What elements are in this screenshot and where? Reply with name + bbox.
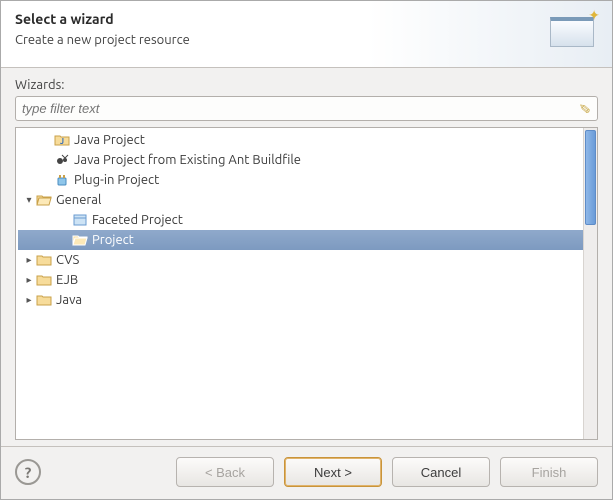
dialog-header: Select a wizard Create a new project res… xyxy=(1,1,612,68)
folder-icon xyxy=(36,252,52,268)
back-button: < Back xyxy=(176,457,274,487)
tree-item-label: Project xyxy=(92,233,134,247)
tree-item-plugin-project[interactable]: Plug-in Project xyxy=(18,170,583,190)
tree-item-label: Java Project from Existing Ant Buildfile xyxy=(74,153,301,167)
expand-arrow-right-icon[interactable]: ▸ xyxy=(22,253,36,267)
filter-row xyxy=(15,96,598,121)
tree-item-label: Plug-in Project xyxy=(74,173,159,187)
dialog-body: Wizards: J Java Project Java Project from … xyxy=(1,68,612,446)
next-button[interactable]: Next > xyxy=(284,457,382,487)
tree-item-label: Java Project xyxy=(74,133,145,147)
expand-arrow-down-icon[interactable]: ▾ xyxy=(22,193,36,207)
tree-item-label: CVS xyxy=(56,253,79,267)
wizard-tree: J Java Project Java Project from Existing … xyxy=(15,127,598,440)
clear-filter-icon[interactable] xyxy=(577,101,593,117)
dialog-footer: ? < Back Next > Cancel Finish xyxy=(1,446,612,499)
vertical-scrollbar[interactable] xyxy=(583,128,597,439)
finish-button: Finish xyxy=(500,457,598,487)
project-icon xyxy=(72,232,88,248)
filter-input[interactable] xyxy=(15,96,598,121)
tree-item-label: Faceted Project xyxy=(92,213,183,227)
ant-icon xyxy=(54,152,70,168)
tree-item-project[interactable]: Project xyxy=(18,230,583,250)
expand-arrow-right-icon[interactable]: ▸ xyxy=(22,273,36,287)
tree-item-java-cat[interactable]: ▸ Java xyxy=(18,290,583,310)
header-text: Select a wizard Create a new project res… xyxy=(15,11,542,47)
java-project-icon: J xyxy=(54,132,70,148)
scrollbar-thumb[interactable] xyxy=(585,130,596,225)
folder-icon xyxy=(36,292,52,308)
new-project-wizard-icon xyxy=(542,11,598,55)
tree-item-cvs[interactable]: ▸ CVS xyxy=(18,250,583,270)
folder-open-icon xyxy=(36,192,52,208)
tree-item-faceted[interactable]: Faceted Project xyxy=(18,210,583,230)
tree-item-java-ant[interactable]: Java Project from Existing Ant Buildfile xyxy=(18,150,583,170)
tree-item-label: General xyxy=(56,193,101,207)
expand-arrow-right-icon[interactable]: ▸ xyxy=(22,293,36,307)
dialog-title: Select a wizard xyxy=(15,11,542,27)
tree-viewport[interactable]: J Java Project Java Project from Existing … xyxy=(16,128,583,439)
cancel-button[interactable]: Cancel xyxy=(392,457,490,487)
tree-item-ejb[interactable]: ▸ EJB xyxy=(18,270,583,290)
tree-item-general[interactable]: ▾ General xyxy=(18,190,583,210)
help-button[interactable]: ? xyxy=(15,459,41,485)
plugin-icon xyxy=(54,172,70,188)
folder-icon xyxy=(36,272,52,288)
svg-text:J: J xyxy=(60,137,64,146)
wizard-dialog: Select a wizard Create a new project res… xyxy=(0,0,613,500)
dialog-subtitle: Create a new project resource xyxy=(15,33,542,47)
facet-icon xyxy=(72,212,88,228)
tree-item-label: EJB xyxy=(56,273,78,287)
wizards-label: Wizards: xyxy=(15,78,598,92)
tree-item-java-project[interactable]: J Java Project xyxy=(18,130,583,150)
tree-item-label: Java xyxy=(56,293,82,307)
